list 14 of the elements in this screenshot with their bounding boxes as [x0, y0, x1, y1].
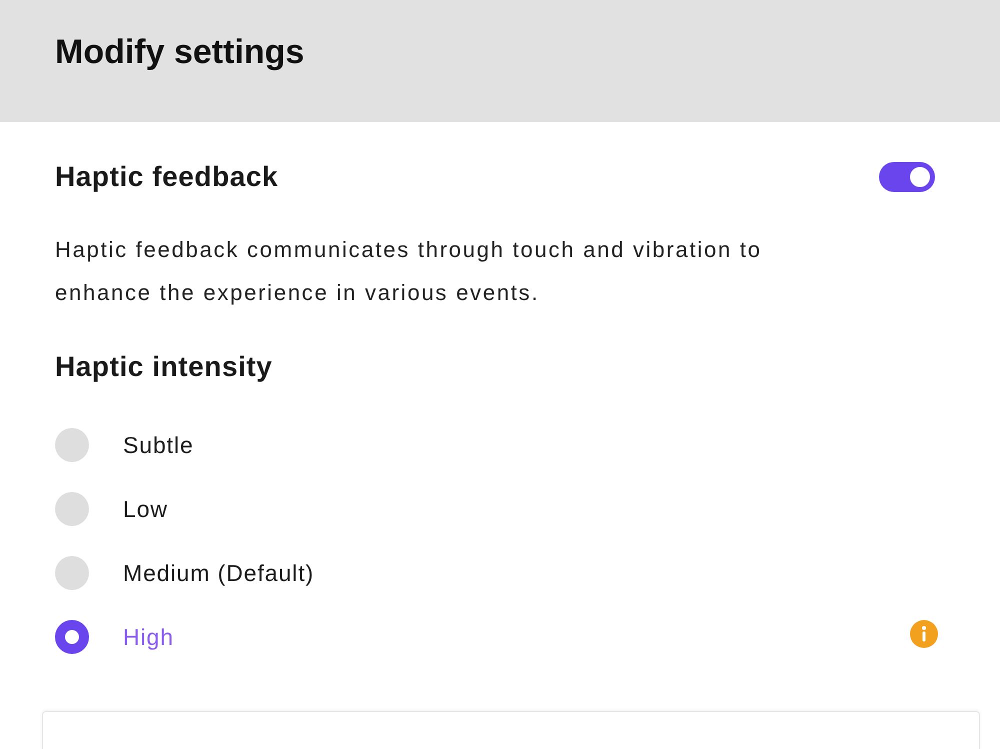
- radio-button[interactable]: [55, 492, 89, 526]
- radio-button[interactable]: [55, 428, 89, 462]
- radio-button[interactable]: [55, 556, 89, 590]
- section-title: Haptic intensity: [55, 350, 272, 384]
- section-title: Haptic feedback: [55, 160, 278, 194]
- toggle-switch[interactable]: [879, 162, 935, 192]
- page-title: Modify settings: [55, 32, 304, 73]
- option-label[interactable]: Subtle: [123, 428, 194, 462]
- description-text: Haptic feedback communicates through touch and vibration to enhance the experience in various events.: [55, 236, 763, 307]
- option-label[interactable]: Medium (Default): [123, 556, 314, 590]
- option-label[interactable]: High: [123, 620, 174, 654]
- radio-button[interactable]: [55, 620, 89, 654]
- option-label[interactable]: Low: [123, 492, 168, 526]
- info-icon[interactable]: [910, 620, 938, 648]
